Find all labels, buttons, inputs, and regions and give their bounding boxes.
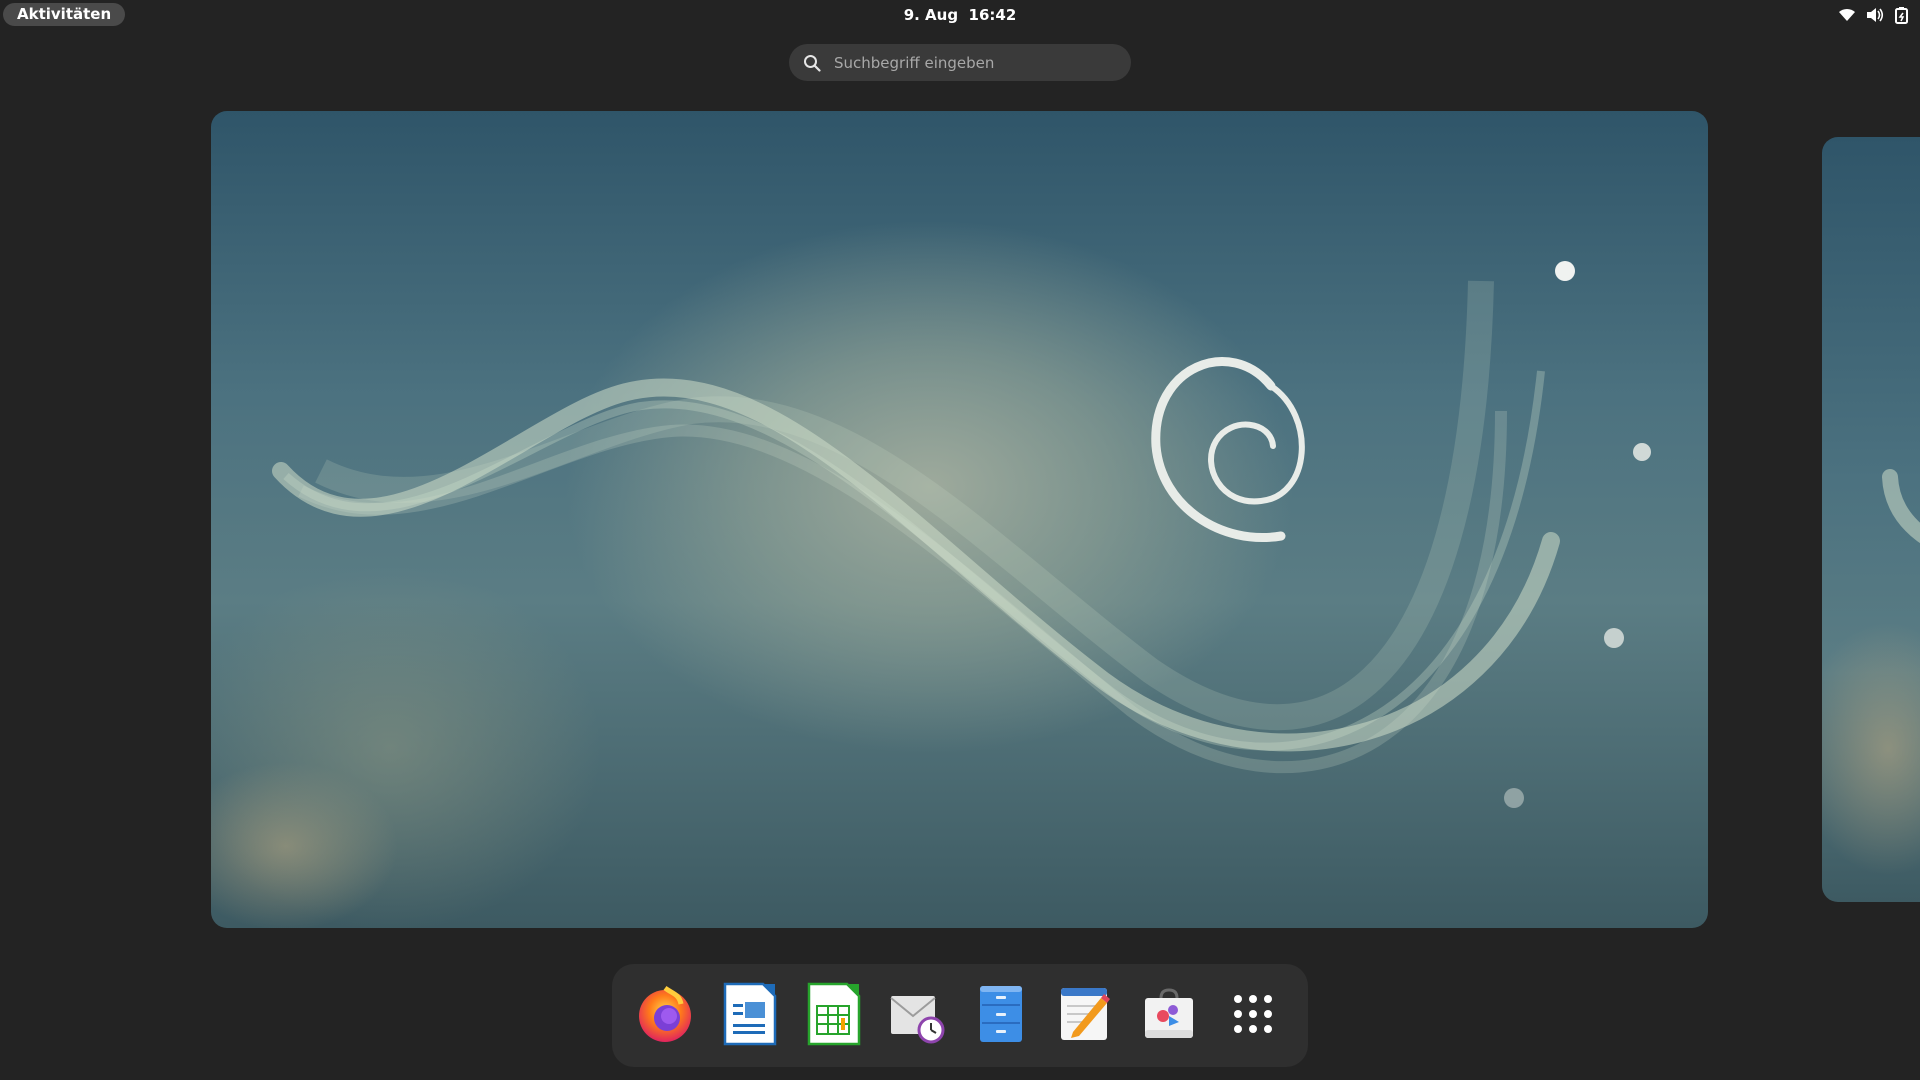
clock-time: 16:42: [968, 6, 1017, 24]
app-grid-icon: [1234, 995, 1272, 1033]
calc-icon: [807, 982, 861, 1046]
dock-item-evolution[interactable]: [883, 980, 951, 1048]
text-editor-icon: [1061, 988, 1110, 1040]
dock-item-show-apps[interactable]: [1219, 980, 1287, 1048]
dock-item-software[interactable]: [1135, 980, 1203, 1048]
dock-item-calc[interactable]: [799, 980, 867, 1048]
dock-item-writer[interactable]: [715, 980, 783, 1048]
writer-icon: [723, 982, 777, 1046]
mail-clock-icon: [890, 996, 945, 1044]
debian-logo: [1151, 357, 1305, 542]
desktop-wallpaper: [272, 261, 1651, 808]
search-icon: [804, 54, 821, 72]
software-store-icon: [1145, 988, 1193, 1038]
clock[interactable]: 9. Aug 16:42: [0, 0, 1920, 30]
volume-icon: [1866, 7, 1884, 23]
clock-date: 9. Aug: [903, 6, 959, 24]
dock-item-firefox[interactable]: [631, 980, 699, 1048]
system-status-area[interactable]: [1838, 6, 1910, 24]
next-workspace-wallpaper: [1882, 469, 1920, 544]
files-icon: [980, 986, 1022, 1042]
dash-dock: [612, 964, 1308, 1067]
dock-item-files[interactable]: [967, 980, 1035, 1048]
next-workspace-thumbnail[interactable]: [1822, 137, 1920, 902]
power-icon: [1894, 6, 1910, 24]
firefox-icon: [639, 985, 691, 1042]
wifi-icon: [1838, 7, 1856, 23]
workspace-thumbnail[interactable]: [211, 111, 1708, 928]
search-bar[interactable]: [789, 44, 1131, 81]
top-bar: Aktivitäten 9. Aug 16:42: [0, 0, 1920, 30]
dock-item-text-editor[interactable]: [1051, 980, 1119, 1048]
search-input[interactable]: [832, 52, 1116, 73]
